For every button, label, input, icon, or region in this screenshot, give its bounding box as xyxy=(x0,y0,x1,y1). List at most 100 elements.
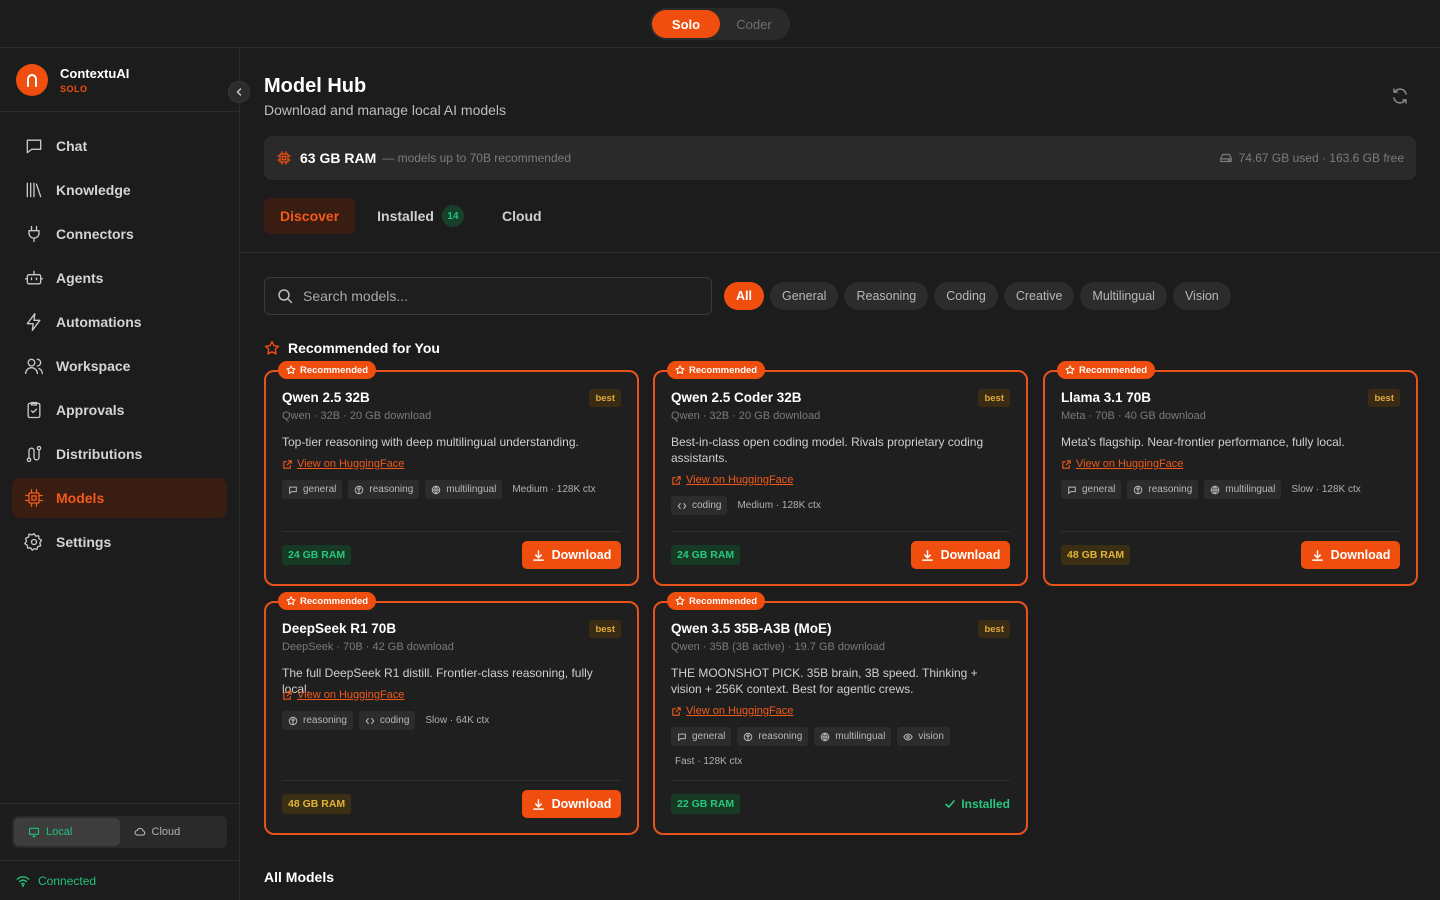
star-icon xyxy=(675,365,685,374)
sidebar-item-connectors[interactable]: Connectors xyxy=(12,214,227,254)
download-button[interactable]: Download xyxy=(522,790,621,818)
mode-switch: Solo Coder xyxy=(650,8,790,40)
recommended-badge: Recommended xyxy=(278,592,377,610)
model-card[interactable]: Recommended Qwen 2.5 32B best Qwen · 32B · … xyxy=(264,361,639,586)
download-icon xyxy=(532,549,544,561)
download-icon xyxy=(921,549,933,561)
tag-label: coding xyxy=(379,715,410,726)
card-divider xyxy=(671,531,1010,532)
tag-list: reasoning coding Slow · 64K ctx xyxy=(282,711,627,736)
sidebar-item-label: Models xyxy=(56,490,105,506)
sidebar-item-label: Connectors xyxy=(56,226,134,242)
sidebar-item-workspace[interactable]: Workspace xyxy=(12,346,227,386)
refresh-icon[interactable] xyxy=(1390,86,1410,106)
huggingface-link[interactable]: View on HuggingFace xyxy=(282,689,404,701)
sidebar-item-label: Automations xyxy=(56,314,142,330)
speed-context: Slow · 64K ctx xyxy=(425,715,490,726)
filter-vision[interactable]: Vision xyxy=(1172,282,1231,310)
download-button[interactable]: Download xyxy=(522,541,621,569)
filter-general[interactable]: General xyxy=(769,282,839,310)
collapse-sidebar-button[interactable] xyxy=(228,81,250,103)
card-divider xyxy=(1061,531,1400,532)
huggingface-link[interactable]: View on HuggingFace xyxy=(282,458,404,470)
model-card[interactable]: Recommended Qwen 3.5 35B-A3B (MoE) best Qwe… xyxy=(653,592,1028,835)
download-icon xyxy=(1311,549,1323,561)
download-label: Download xyxy=(551,797,612,811)
filter-multilingual[interactable]: Multilingual xyxy=(1080,282,1167,310)
search-input[interactable] xyxy=(303,288,683,304)
huggingface-link[interactable]: View on HuggingFace xyxy=(671,474,793,486)
brand: ContextuAI SOLO xyxy=(0,48,239,112)
filter-reasoning[interactable]: Reasoning xyxy=(844,282,929,310)
tag-multilingual: multilingual xyxy=(814,727,892,746)
mode-coder-button[interactable]: Coder xyxy=(720,10,788,38)
sidebar-item-label: Distributions xyxy=(56,446,143,462)
local-button[interactable]: Local xyxy=(14,818,120,846)
download-button[interactable]: Download xyxy=(911,541,1010,569)
sidebar-nav: Chat Knowledge Connectors Agents Automat… xyxy=(12,126,227,566)
model-card[interactable]: Recommended Qwen 2.5 Coder 32B best Qwen · … xyxy=(653,361,1028,586)
tab-discover[interactable]: Discover xyxy=(264,198,356,234)
huggingface-link[interactable]: View on HuggingFace xyxy=(671,705,793,717)
huggingface-link[interactable]: View on HuggingFace xyxy=(1061,458,1183,470)
best-badge: best xyxy=(589,389,621,407)
chevron-left-icon xyxy=(236,88,242,96)
sidebar-item-automations[interactable]: Automations xyxy=(12,302,227,342)
star-icon xyxy=(1065,365,1075,374)
connection-status-label: Connected xyxy=(38,873,97,888)
tag-label: multilingual xyxy=(446,484,497,495)
card-divider xyxy=(282,780,621,781)
model-meta: DeepSeek · 70B · 42 GB download xyxy=(282,641,454,653)
tag-list: coding Medium · 128K ctx xyxy=(671,496,1016,521)
model-card[interactable]: Recommended Llama 3.1 70B best Meta · 70B ·… xyxy=(1043,361,1418,586)
sidebar-item-knowledge[interactable]: Knowledge xyxy=(12,170,227,210)
sidebar-item-distributions[interactable]: Distributions xyxy=(12,434,227,474)
tag-general: general xyxy=(282,480,343,499)
page-subtitle: Download and manage local AI models xyxy=(264,102,507,118)
model-description: Meta's flagship. Near-frontier performan… xyxy=(1061,435,1345,449)
recommended-heading: Recommended for You xyxy=(264,340,440,356)
card-divider xyxy=(282,531,621,532)
download-button[interactable]: Download xyxy=(1301,541,1400,569)
sidebar-item-approvals[interactable]: Approvals xyxy=(12,390,227,430)
huggingface-link-label: View on HuggingFace xyxy=(297,689,405,701)
cloud-button[interactable]: Cloud xyxy=(120,818,226,846)
divider xyxy=(240,252,1440,253)
tag-multilingual: multilingual xyxy=(1204,480,1282,499)
reasoning-icon xyxy=(1134,485,1143,494)
general-icon xyxy=(678,733,686,741)
model-description: Best-in-class open coding model. Rivals … xyxy=(671,435,984,465)
tag-coding: coding xyxy=(358,711,416,730)
model-card[interactable]: Recommended DeepSeek R1 70B best DeepSeek ·… xyxy=(264,592,639,835)
sidebar-item-agents[interactable]: Agents xyxy=(12,258,227,298)
tag-label: general xyxy=(692,731,726,742)
search-icon xyxy=(278,289,293,304)
model-name: Llama 3.1 70B xyxy=(1061,390,1152,405)
tag-coding: coding xyxy=(671,496,728,515)
filter-creative[interactable]: Creative xyxy=(1003,282,1075,310)
sidebar-item-models[interactable]: Models xyxy=(12,478,227,518)
filter-coding[interactable]: Coding xyxy=(934,282,998,310)
mode-solo-button[interactable]: Solo xyxy=(652,10,720,38)
location-switch: Local Cloud xyxy=(12,816,227,848)
tag-multilingual: multilingual xyxy=(425,480,503,499)
tab-installed[interactable]: Installed 14 xyxy=(361,198,480,234)
recommended-badge-label: Recommended xyxy=(689,595,758,607)
disk-usage: 74.67 GB used · 163.6 GB free xyxy=(1219,151,1404,165)
sidebar-item-settings[interactable]: Settings xyxy=(12,522,227,562)
filter-all[interactable]: All xyxy=(724,282,764,310)
download-label: Download xyxy=(940,548,1001,562)
model-meta: Qwen · 32B · 20 GB download xyxy=(282,410,432,422)
installed-label: Installed xyxy=(961,797,1010,811)
best-badge: best xyxy=(1368,389,1400,407)
sidebar-item-label: Approvals xyxy=(56,402,125,418)
general-icon xyxy=(289,486,297,494)
model-name: DeepSeek R1 70B xyxy=(282,621,397,636)
check-icon xyxy=(945,800,956,809)
sidebar-item-chat[interactable]: Chat xyxy=(12,126,227,166)
ram-requirement: 48 GB RAM xyxy=(1061,545,1131,565)
download-label: Download xyxy=(1330,548,1391,562)
tab-cloud[interactable]: Cloud xyxy=(486,198,558,234)
tag-label: reasoning xyxy=(758,731,803,742)
library-icon xyxy=(26,182,42,198)
